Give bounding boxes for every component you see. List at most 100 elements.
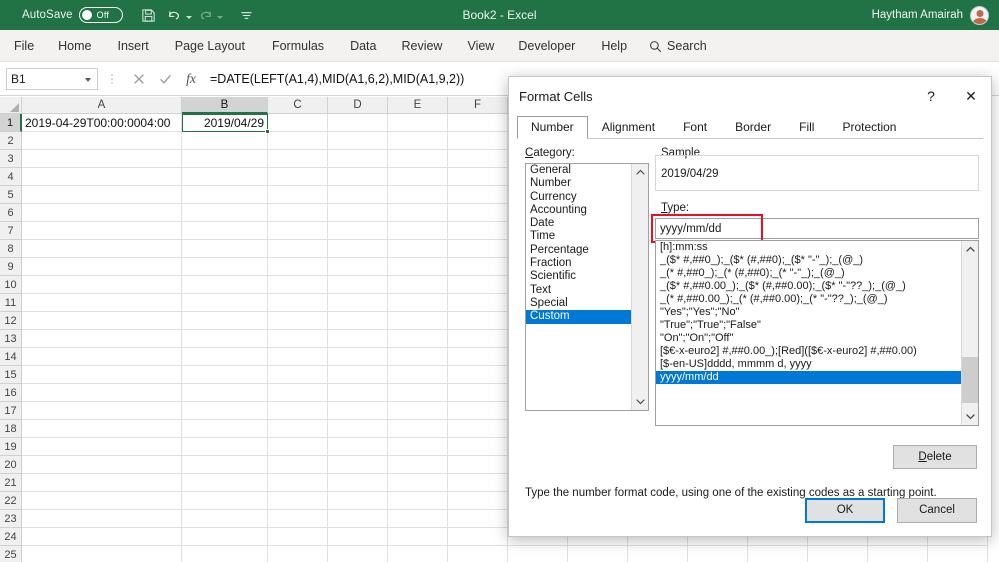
cell-B3[interactable] <box>182 150 268 168</box>
cell-A6[interactable] <box>22 204 182 222</box>
row-header-15[interactable]: 15 <box>0 366 22 384</box>
format-code-item[interactable]: _(* #,##0.00_);_(* (#,##0.00);_(* "-"??_… <box>656 293 961 306</box>
cell-E21[interactable] <box>388 474 448 492</box>
cell-E7[interactable] <box>388 222 448 240</box>
cell-C18[interactable] <box>268 420 328 438</box>
name-box[interactable]: B1 <box>6 68 98 90</box>
cell-E6[interactable] <box>388 204 448 222</box>
cell-A21[interactable] <box>22 474 182 492</box>
cell-E14[interactable] <box>388 348 448 366</box>
column-header-a[interactable]: A <box>22 97 182 114</box>
cell-E15[interactable] <box>388 366 448 384</box>
cell-E19[interactable] <box>388 438 448 456</box>
format-codes-listbox[interactable]: [h]:mm:ss _($* #,##0_);_($* (#,##0);_($* … <box>655 240 979 426</box>
cell-A22[interactable] <box>22 492 182 510</box>
cell-C10[interactable] <box>268 276 328 294</box>
category-scroll-down-icon[interactable] <box>632 393 648 410</box>
cell-B24[interactable] <box>182 528 268 546</box>
cell-D20[interactable] <box>328 456 388 474</box>
cell-E23[interactable] <box>388 510 448 528</box>
cell-F11[interactable] <box>448 294 508 312</box>
cancel-entry-icon[interactable] <box>126 67 152 91</box>
codes-scroll-up-icon[interactable] <box>962 241 978 258</box>
ribbon-tab-data[interactable]: Data <box>350 35 376 57</box>
cell-D1[interactable] <box>328 114 388 132</box>
cell-C11[interactable] <box>268 294 328 312</box>
cell-D11[interactable] <box>328 294 388 312</box>
user-account-area[interactable]: Haytham Amairah <box>872 0 989 30</box>
cell-C14[interactable] <box>268 348 328 366</box>
cell-E4[interactable] <box>388 168 448 186</box>
row-header-9[interactable]: 9 <box>0 258 22 276</box>
cell-C5[interactable] <box>268 186 328 204</box>
cell-B18[interactable] <box>182 420 268 438</box>
ribbon-tab-page-layout[interactable]: Page Layout <box>175 35 245 57</box>
cell-D16[interactable] <box>328 384 388 402</box>
format-code-item[interactable]: [$€-x-euro2] #,##0.00_);[Red]([$€-x-euro… <box>656 345 961 358</box>
cell-D17[interactable] <box>328 402 388 420</box>
cell-E9[interactable] <box>388 258 448 276</box>
cell-C12[interactable] <box>268 312 328 330</box>
tab-fill[interactable]: Fill <box>785 116 828 139</box>
row-header-21[interactable]: 21 <box>0 474 22 492</box>
category-item-percentage[interactable]: Percentage <box>526 244 631 257</box>
row-header-13[interactable]: 13 <box>0 330 22 348</box>
cell-B8[interactable] <box>182 240 268 258</box>
cell-F1[interactable] <box>448 114 508 132</box>
cell-C16[interactable] <box>268 384 328 402</box>
cell-C23[interactable] <box>268 510 328 528</box>
format-codes-scrollbar[interactable] <box>961 241 978 425</box>
row-header-11[interactable]: 11 <box>0 294 22 312</box>
column-header-f[interactable]: F <box>448 97 508 114</box>
row-header-18[interactable]: 18 <box>0 420 22 438</box>
category-item-custom[interactable]: Custom <box>526 310 631 324</box>
cell-E5[interactable] <box>388 186 448 204</box>
row-header-4[interactable]: 4 <box>0 168 22 186</box>
cell-empty[interactable] <box>748 546 808 562</box>
ribbon-tab-insert[interactable]: Insert <box>118 35 149 57</box>
cell-C20[interactable] <box>268 456 328 474</box>
cell-B9[interactable] <box>182 258 268 276</box>
category-item-date[interactable]: Date <box>526 217 631 230</box>
cell-C1[interactable] <box>268 114 328 132</box>
cell-A13[interactable] <box>22 330 182 348</box>
cell-A3[interactable] <box>22 150 182 168</box>
cell-C4[interactable] <box>268 168 328 186</box>
cell-F4[interactable] <box>448 168 508 186</box>
avatar[interactable] <box>970 5 989 25</box>
cell-empty[interactable] <box>568 546 628 562</box>
cell-F20[interactable] <box>448 456 508 474</box>
select-all-corner[interactable] <box>0 97 22 114</box>
cell-F7[interactable] <box>448 222 508 240</box>
ribbon-tab-formulas[interactable]: Formulas <box>272 35 324 57</box>
cell-A14[interactable] <box>22 348 182 366</box>
cell-C6[interactable] <box>268 204 328 222</box>
ribbon-tab-developer[interactable]: Developer <box>518 35 575 57</box>
format-code-item[interactable]: yyyy/mm/dd <box>656 371 961 384</box>
cell-F5[interactable] <box>448 186 508 204</box>
cell-B25[interactable] <box>182 546 268 562</box>
cell-C22[interactable] <box>268 492 328 510</box>
row-header-23[interactable]: 23 <box>0 510 22 528</box>
cell-A18[interactable] <box>22 420 182 438</box>
tab-number[interactable]: Number <box>517 116 588 139</box>
cell-C2[interactable] <box>268 132 328 150</box>
cell-empty[interactable] <box>868 546 928 562</box>
cell-A19[interactable] <box>22 438 182 456</box>
cell-C19[interactable] <box>268 438 328 456</box>
cell-A2[interactable] <box>22 132 182 150</box>
cell-F9[interactable] <box>448 258 508 276</box>
cell-C15[interactable] <box>268 366 328 384</box>
row-header-8[interactable]: 8 <box>0 240 22 258</box>
category-item-number[interactable]: Number <box>526 177 631 190</box>
row-header-25[interactable]: 25 <box>0 546 22 562</box>
cell-F8[interactable] <box>448 240 508 258</box>
cell-D14[interactable] <box>328 348 388 366</box>
tab-alignment[interactable]: Alignment <box>588 116 669 139</box>
cell-E18[interactable] <box>388 420 448 438</box>
cell-B17[interactable] <box>182 402 268 420</box>
cell-F23[interactable] <box>448 510 508 528</box>
cell-B16[interactable] <box>182 384 268 402</box>
cell-A7[interactable] <box>22 222 182 240</box>
cell-B20[interactable] <box>182 456 268 474</box>
